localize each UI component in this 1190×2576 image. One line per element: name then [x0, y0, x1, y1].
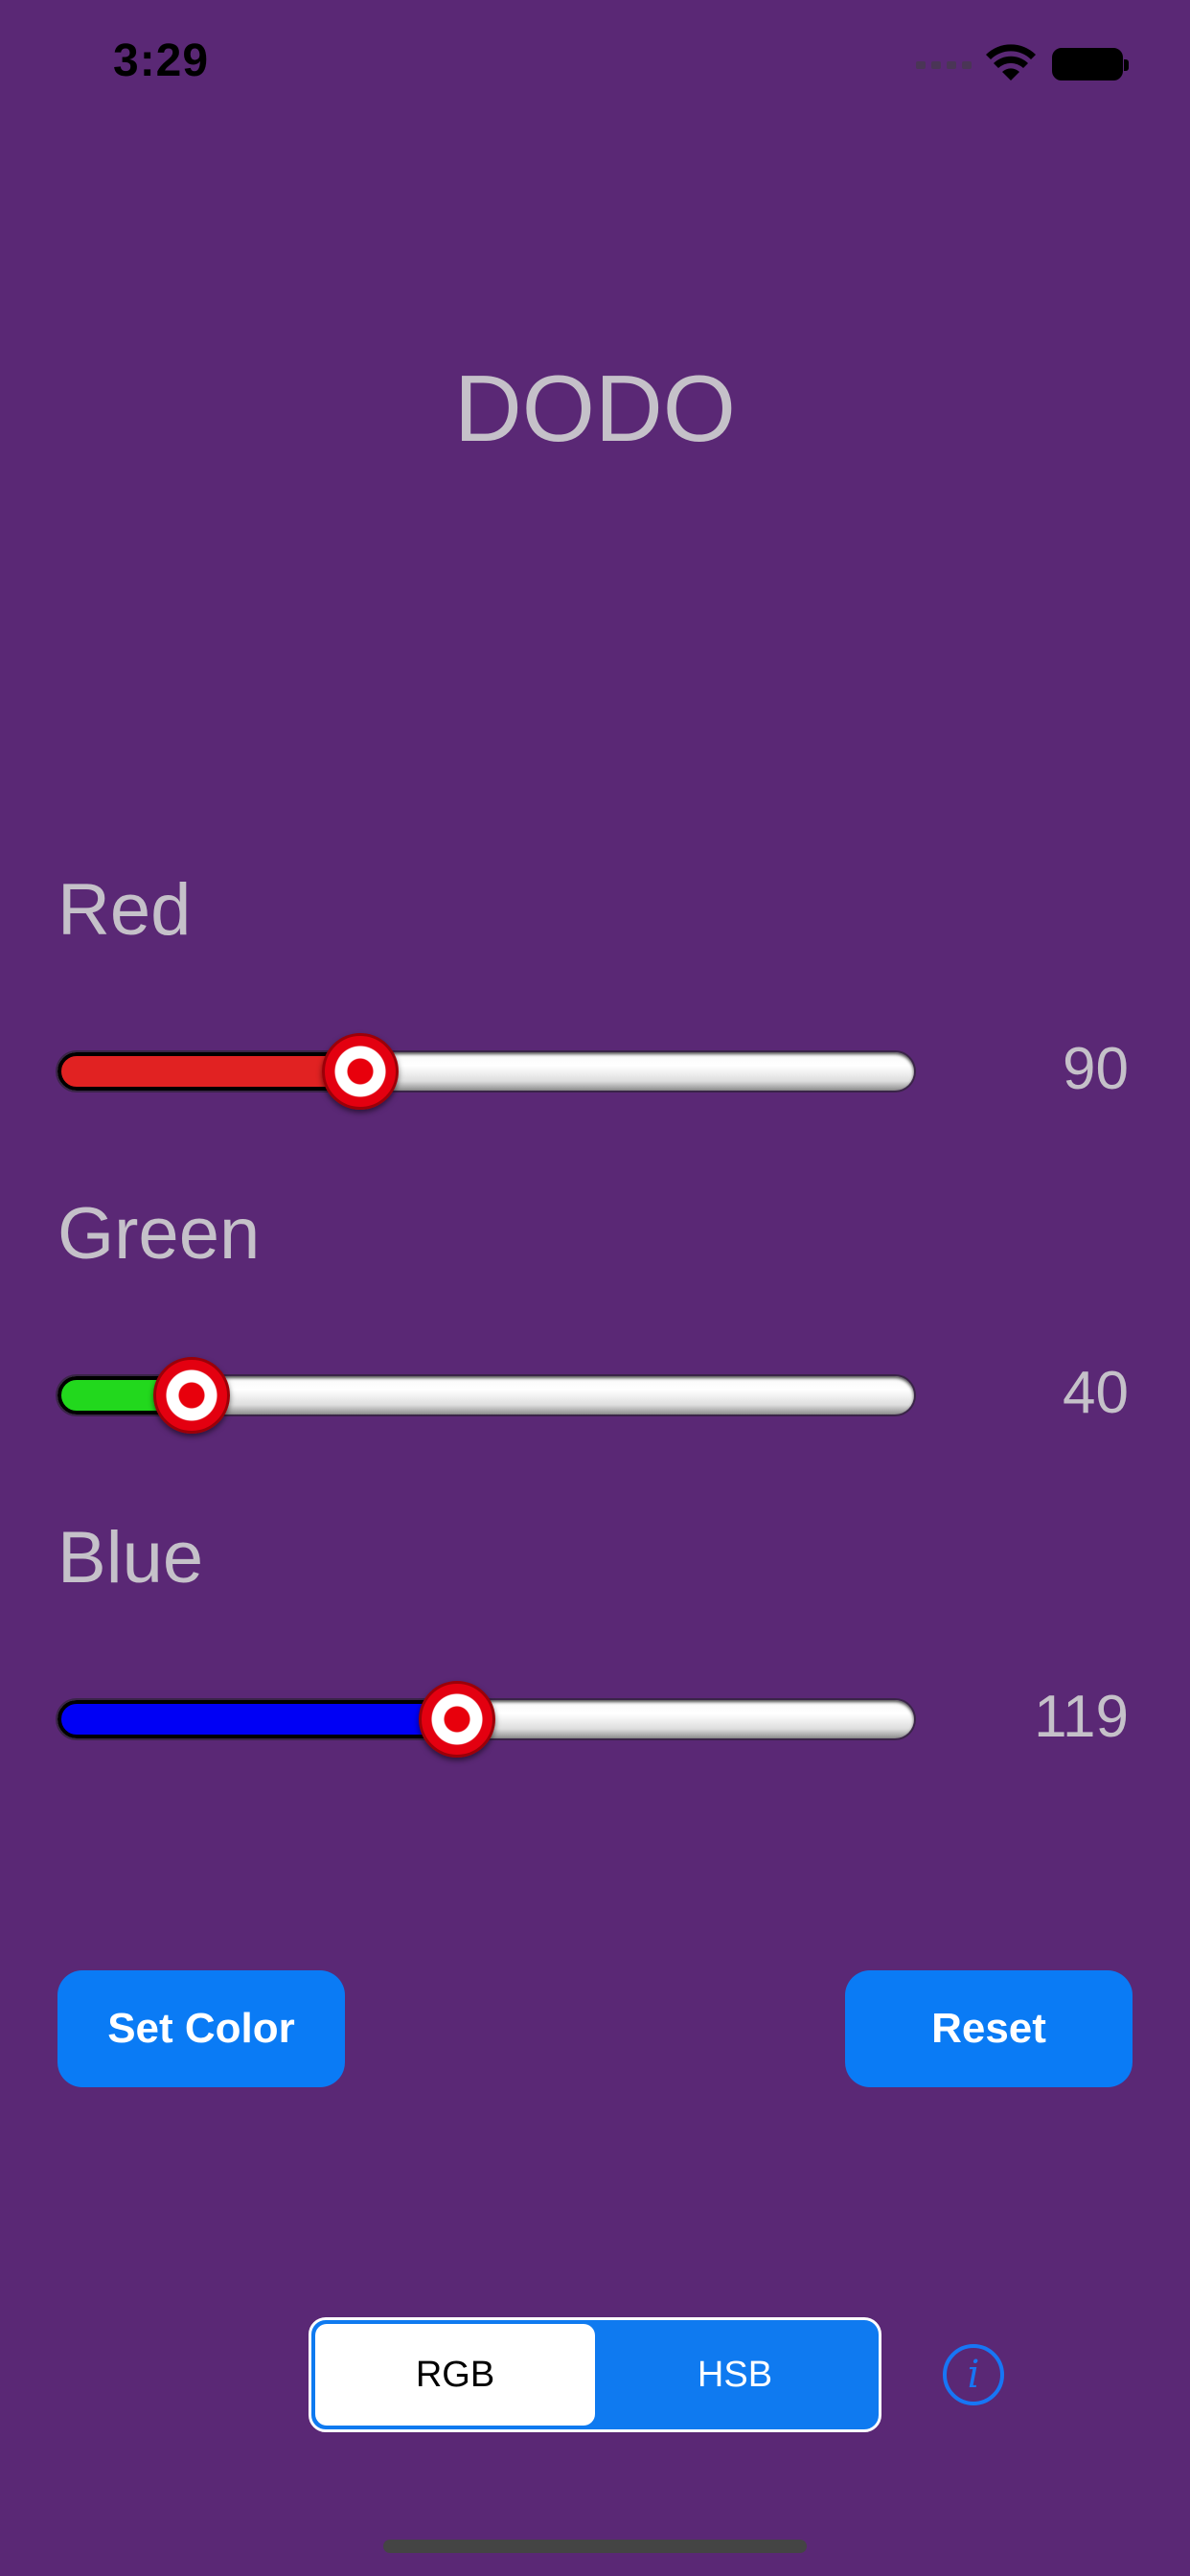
red-slider[interactable] — [57, 1033, 914, 1110]
green-slider-thumb[interactable] — [153, 1357, 231, 1434]
blue-value: 119 — [1034, 1684, 1129, 1750]
green-value: 40 — [1063, 1360, 1129, 1426]
red-value: 90 — [1063, 1036, 1129, 1102]
blue-slider-fill — [57, 1700, 458, 1738]
red-slider-thumb[interactable] — [321, 1033, 399, 1110]
segment-rgb[interactable]: RGB — [315, 2324, 595, 2426]
info-icon[interactable]: i — [943, 2344, 1004, 2405]
segment-hsb[interactable]: HSB — [595, 2324, 875, 2426]
blue-slider[interactable] — [57, 1681, 914, 1758]
status-time: 3:29 — [113, 35, 210, 86]
home-indicator — [383, 2540, 807, 2553]
color-mode-segmented-control: RGB HSB — [309, 2317, 881, 2432]
red-slider-fill — [57, 1052, 360, 1091]
set-color-button[interactable]: Set Color — [57, 1970, 345, 2087]
battery-icon — [1052, 48, 1129, 80]
color-name-title: DODO — [454, 356, 736, 461]
blue-slider-thumb[interactable] — [419, 1681, 496, 1758]
blue-label: Blue — [57, 1517, 204, 1598]
wifi-icon — [986, 44, 1036, 80]
reset-button[interactable]: Reset — [845, 1970, 1133, 2087]
green-slider[interactable] — [57, 1357, 914, 1434]
red-label: Red — [57, 869, 192, 951]
cellular-signal-icon — [916, 61, 972, 69]
green-label: Green — [57, 1193, 261, 1275]
